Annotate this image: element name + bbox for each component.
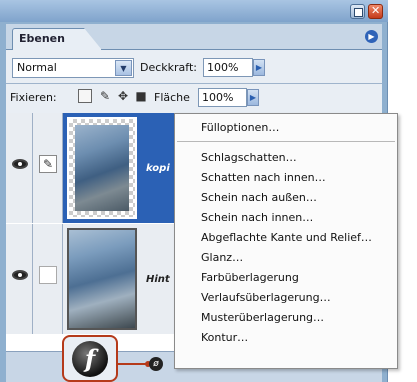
layer-thumbnail[interactable] [67,228,137,330]
eye-icon[interactable] [12,159,28,169]
divider [6,83,382,84]
lock-brush-icon[interactable]: ✎ [98,89,112,103]
empty-link-box [39,266,57,284]
fill-label: Fläche [154,91,190,104]
fill-input[interactable]: 100% [198,88,247,107]
minimize-icon[interactable] [350,4,365,19]
lock-all-icon[interactable]: ■ [134,89,148,103]
fx-icon[interactable]: f [72,341,108,377]
tab-row: Ebenen ▶ [6,24,382,50]
eye-icon[interactable] [12,270,28,280]
menu-item-inner-shadow[interactable]: Schatten nach innen… [201,171,326,184]
visibility-cell[interactable] [6,224,33,334]
menu-item-color-overlay[interactable]: Farbüberlagerung [201,271,299,284]
tab-ebenen[interactable]: Ebenen [12,28,102,50]
sky-image [75,125,129,211]
lock-transparency-icon[interactable] [78,89,92,103]
chevron-down-icon[interactable]: ▼ [115,60,132,76]
visibility-cell[interactable] [6,113,33,223]
close-icon[interactable] [368,4,383,19]
menu-item-outer-glow[interactable]: Schein nach außen… [201,191,317,204]
blend-mode-select[interactable]: Normal ▼ [12,58,134,78]
layer-style-icon[interactable]: ø [149,357,163,371]
link-cell[interactable] [33,224,63,334]
opacity-input[interactable]: 100% [203,58,253,77]
menu-item-drop-shadow[interactable]: Schlagschatten… [201,151,297,164]
menu-item-bevel-emboss[interactable]: Abgeflachte Kante und Relief… [201,231,372,244]
menu-separator [177,141,395,142]
link-cell[interactable]: ✎ [33,113,63,223]
lock-label: Fixieren: [10,91,57,104]
panel-titlebar [0,0,388,22]
lock-move-icon[interactable]: ✥ [116,89,130,103]
layer-thumbnail[interactable] [67,117,137,219]
panel-menu-icon[interactable]: ▶ [365,30,378,43]
layer-name[interactable]: kopi [146,163,170,174]
blend-mode-value: Normal [17,61,57,74]
opacity-label: Deckkraft: [140,61,197,74]
menu-item-satin[interactable]: Glanz… [201,251,243,264]
menu-item-pattern-overlay[interactable]: Musterüberlagerung… [201,311,324,324]
fx-highlight: f [62,335,118,382]
layer-name[interactable]: Hint [146,274,170,285]
menu-item-blending-options[interactable]: Fülloptionen… [201,121,279,134]
brush-icon: ✎ [39,155,57,173]
layer-style-menu: Fülloptionen… Schlagschatten… Schatten n… [174,113,398,369]
sky-image [69,230,135,328]
callout-line [118,361,151,367]
menu-item-stroke[interactable]: Kontur… [201,331,248,344]
menu-item-gradient-overlay[interactable]: Verlaufsüberlagerung… [201,291,331,304]
lock-row: Fixieren: ✎ ✥ ■ Fläche 100% ▶ [6,86,382,110]
menu-item-inner-glow[interactable]: Schein nach innen… [201,211,313,224]
opacity-stepper-icon[interactable]: ▶ [253,59,265,76]
blend-row: Normal ▼ Deckkraft: 100% ▶ [12,58,382,78]
fill-stepper-icon[interactable]: ▶ [247,89,259,106]
